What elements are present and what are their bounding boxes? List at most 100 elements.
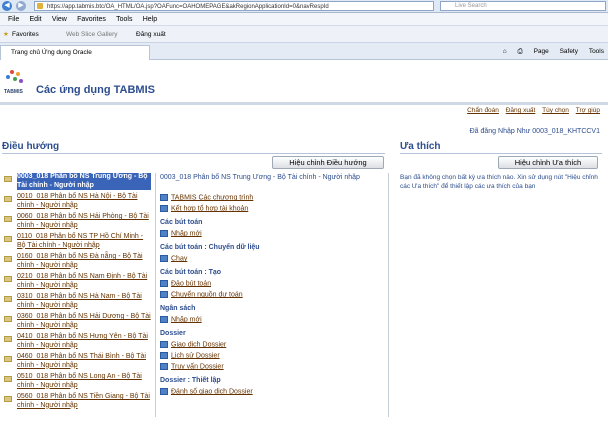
function-group-heading: Ngân sách xyxy=(160,305,196,312)
function-link-label[interactable]: Đánh số giao dịch Dossier xyxy=(171,388,253,395)
tree-item-label[interactable]: 0410_018 Phân bổ NS Hưng Yên - Bộ Tài ch… xyxy=(17,333,151,350)
back-icon[interactable]: ◀ xyxy=(2,1,12,11)
favorites-title: Ưa thích xyxy=(400,141,441,152)
page-title: Các ứng dụng TABMIS xyxy=(36,84,155,96)
tree-divider xyxy=(155,173,156,417)
favorites-divider xyxy=(400,153,602,154)
tree-item-label[interactable]: 0160_018 Phân bổ NS Đà nẵng - Bộ Tài chí… xyxy=(17,253,151,270)
folder-icon[interactable] xyxy=(4,196,12,204)
tree-item-label[interactable]: 0560_018 Phân bổ NS Tiền Giang - Bộ Tài … xyxy=(17,393,151,410)
function-link-label[interactable]: Đảo bút toán xyxy=(171,280,211,287)
function-link[interactable]: Chạy xyxy=(160,254,187,263)
command-bar: ⌂ ⎙ Page Safety Tools xyxy=(494,43,604,60)
forward-icon[interactable]: ▶ xyxy=(16,1,26,11)
url-field[interactable]: https://app.tabmis.btc/OA_HTML/OA.jsp?OA… xyxy=(34,1,434,11)
function-link-label[interactable]: Nhập mới xyxy=(171,316,202,323)
browser-tab[interactable]: Trang chủ Ứng dụng Oracle xyxy=(0,45,150,60)
edit-navigation-button[interactable]: Hiệu chỉnh Điều hướng xyxy=(272,156,384,169)
function-link[interactable]: TABMIS Các chương trình xyxy=(160,193,253,202)
menu-help[interactable]: Help xyxy=(143,13,157,26)
tree-item-label[interactable]: 0110_018 Phân bổ NS TP Hồ Chí Minh - Bộ … xyxy=(17,233,151,250)
function-link[interactable]: Lịch sử Dossier xyxy=(160,351,220,360)
safety-menu[interactable]: Safety xyxy=(560,48,578,55)
menu-edit[interactable]: Edit xyxy=(30,13,42,26)
navigation-divider xyxy=(2,153,385,154)
function-icon xyxy=(160,255,168,263)
tree-item-label[interactable]: 0360_018 Phân bổ NS Hải Dương - Bộ Tài c… xyxy=(17,313,151,330)
function-link[interactable]: Đảo bút toán xyxy=(160,279,211,288)
column-divider xyxy=(388,173,389,417)
function-link-label[interactable]: Chạy xyxy=(171,255,187,262)
logout-favorite-link[interactable]: Đăng xuất xyxy=(136,26,166,43)
function-icon xyxy=(160,341,168,349)
function-link-label[interactable]: Lịch sử Dossier xyxy=(171,352,220,359)
menu-file[interactable]: File xyxy=(8,13,19,26)
menu-bar: File Edit View Favorites Tools Help xyxy=(0,13,608,26)
folder-icon[interactable] xyxy=(4,376,12,384)
favorites-button[interactable]: Favorites xyxy=(12,26,39,43)
page-menu[interactable]: Page xyxy=(534,48,549,55)
lock-icon xyxy=(37,3,43,9)
folder-icon[interactable] xyxy=(4,396,12,404)
edit-favorites-button[interactable]: Hiệu chỉnh Ưa thích xyxy=(498,156,598,169)
tree-item-label[interactable]: 0010_018 Phân bổ NS Hà Nội - Bộ Tài chín… xyxy=(17,193,151,210)
function-link-label[interactable]: Kết hợp tổ hợp tài khoản xyxy=(171,205,248,212)
logout-link[interactable]: Đăng xuất xyxy=(506,107,536,114)
help-link[interactable]: Trợ giúp xyxy=(576,107,600,114)
function-link[interactable]: Truy vấn Dossier xyxy=(160,362,224,371)
tree-item-label[interactable]: 0210_018 Phân bổ NS Nam Định - Bộ Tài ch… xyxy=(17,273,151,290)
function-link-label[interactable]: Nhập mới xyxy=(171,230,202,237)
folder-icon[interactable] xyxy=(4,176,12,184)
logo-text: TABMIS xyxy=(4,89,23,95)
preferences-link[interactable]: Tùy chọn xyxy=(542,107,569,114)
function-group-heading: Các bút toán : Tạo xyxy=(160,269,222,276)
function-link[interactable]: Giao dịch Dossier xyxy=(160,340,226,349)
function-link[interactable]: Chuyển nguồn dư toán xyxy=(160,290,243,299)
folder-icon[interactable] xyxy=(4,356,12,364)
tab-strip: Trang chủ Ứng dụng Oracle ⌂ ⎙ Page Safet… xyxy=(0,43,608,60)
function-group-heading: Dossier xyxy=(160,330,186,337)
function-link-label[interactable]: Giao dịch Dossier xyxy=(171,341,226,348)
folder-icon[interactable] xyxy=(4,336,12,344)
folder-icon[interactable] xyxy=(4,296,12,304)
folder-icon[interactable] xyxy=(4,256,12,264)
folder-icon[interactable] xyxy=(4,236,12,244)
function-icon xyxy=(160,194,168,202)
function-link[interactable]: Nhập mới xyxy=(160,229,202,238)
tree-item-label[interactable]: 0060_018 Phân bổ NS Hải Phòng - Bộ Tài c… xyxy=(17,213,151,230)
folder-icon[interactable] xyxy=(4,316,12,324)
address-bar: ◀ ▶ https://app.tabmis.btc/OA_HTML/OA.js… xyxy=(0,0,608,13)
menu-favorites[interactable]: Favorites xyxy=(77,13,106,26)
navigation-title: Điều hướng xyxy=(2,141,60,152)
home-icon[interactable]: ⌂ xyxy=(503,48,507,55)
web-slice-gallery-link[interactable]: Web Slice Gallery xyxy=(66,26,118,43)
tree-item-label[interactable]: 0310_018 Phân bổ NS Hà Nam - Bộ Tài chín… xyxy=(17,293,151,310)
function-icon xyxy=(160,388,168,396)
folder-icon[interactable] xyxy=(4,216,12,224)
login-status: Đã đăng Nhập Như 0003_018_KHTCCV1 xyxy=(469,128,600,135)
function-link-label[interactable]: Chuyển nguồn dư toán xyxy=(171,291,243,298)
function-group-heading: Các bút toán : Chuyển dữ liệu xyxy=(160,244,260,251)
function-group-heading: Các bút toán xyxy=(160,219,203,226)
global-links: Chẩn đoán Đăng xuất Tùy chọn Trợ giúp xyxy=(462,107,600,114)
tools-menu[interactable]: Tools xyxy=(589,48,604,55)
tree-item-label[interactable]: 0003_018 Phân bổ NS Trung Ương - Bộ Tài … xyxy=(17,173,151,190)
print-icon[interactable]: ⎙ xyxy=(518,48,523,55)
responsibility-title: 0003_018 Phân bổ NS Trung Ương - Bộ Tài … xyxy=(160,174,360,181)
diagnostics-link[interactable]: Chẩn đoán xyxy=(467,107,499,114)
function-icon xyxy=(160,291,168,299)
tree-item-label[interactable]: 0510_018 Phân bổ NS Long An - Bộ Tài chí… xyxy=(17,373,151,390)
function-icon xyxy=(160,205,168,213)
function-link[interactable]: Kết hợp tổ hợp tài khoản xyxy=(160,204,248,213)
tree-item-label[interactable]: 0460_018 Phân bổ NS Thái Bình - Bộ Tài c… xyxy=(17,353,151,370)
function-link-label[interactable]: Truy vấn Dossier xyxy=(171,363,224,370)
function-link-label[interactable]: TABMIS Các chương trình xyxy=(171,194,253,201)
folder-icon[interactable] xyxy=(4,276,12,284)
menu-view[interactable]: View xyxy=(52,13,67,26)
function-link[interactable]: Đánh số giao dịch Dossier xyxy=(160,387,253,396)
function-icon xyxy=(160,316,168,324)
function-link[interactable]: Nhập mới xyxy=(160,315,202,324)
menu-tools[interactable]: Tools xyxy=(116,13,132,26)
search-input[interactable]: Live Search xyxy=(440,1,606,11)
function-icon xyxy=(160,363,168,371)
